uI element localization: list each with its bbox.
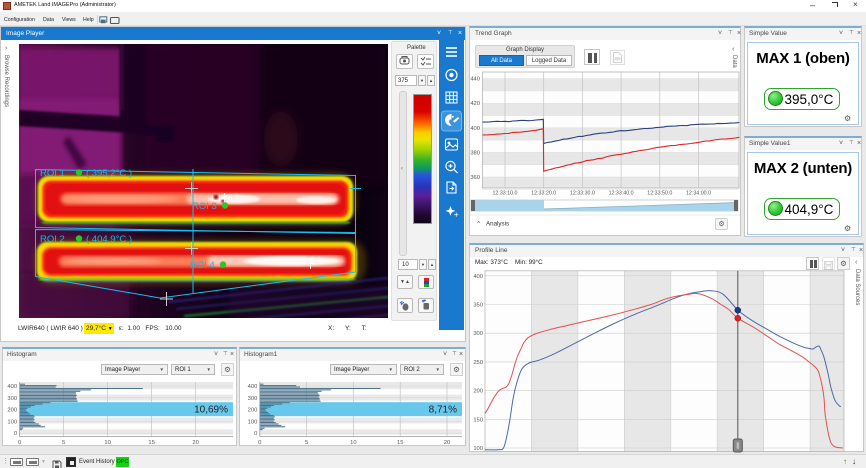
svg-text:12:33:40.0: 12:33:40.0	[609, 191, 634, 197]
svg-text:20: 20	[444, 440, 450, 446]
svg-text:0: 0	[14, 431, 17, 437]
svg-text:12:34:00.0: 12:34:00.0	[686, 191, 711, 197]
svg-text:350: 350	[473, 303, 483, 309]
svg-text:10: 10	[350, 440, 356, 446]
svg-text:15: 15	[397, 440, 403, 446]
svg-text:12:33:50.0: 12:33:50.0	[647, 191, 672, 197]
svg-text:( 404,9°C ): ( 404,9°C )	[86, 234, 132, 245]
svg-text:400: 400	[248, 384, 258, 390]
svg-text:15: 15	[148, 440, 154, 446]
svg-text:200: 200	[473, 389, 483, 395]
svg-text:150: 150	[473, 417, 483, 423]
svg-text:100: 100	[473, 446, 483, 452]
svg-text:400: 400	[7, 384, 17, 390]
svg-text:100: 100	[248, 419, 258, 425]
svg-text:5: 5	[62, 440, 65, 446]
svg-text:10,69%: 10,69%	[194, 405, 228, 416]
svg-text:8,71%: 8,71%	[429, 405, 457, 416]
svg-text:300: 300	[473, 331, 483, 337]
svg-text:250: 250	[473, 360, 483, 366]
svg-text:420: 420	[470, 101, 480, 107]
svg-text:ROI 1: ROI 1	[40, 168, 65, 179]
svg-text:100: 100	[7, 419, 17, 425]
svg-text:300: 300	[248, 396, 258, 402]
svg-text:ROI 2: ROI 2	[40, 234, 65, 245]
svg-text:200: 200	[7, 408, 17, 414]
svg-text:10: 10	[104, 440, 110, 446]
svg-text:Analysis: Analysis	[486, 221, 509, 228]
svg-text:12:33:20.0: 12:33:20.0	[531, 191, 556, 197]
svg-text:ROI 4: ROI 4	[190, 260, 215, 271]
svg-text:440: 440	[470, 77, 480, 83]
svg-text:400: 400	[473, 274, 483, 280]
svg-text:12:33:10.0: 12:33:10.0	[492, 191, 517, 197]
svg-text:( 395,2°C ): ( 395,2°C )	[86, 168, 132, 179]
svg-text:0: 0	[18, 440, 21, 446]
svg-text:0: 0	[258, 440, 261, 446]
svg-text:⌃: ⌃	[476, 220, 481, 228]
svg-text:5: 5	[305, 440, 308, 446]
svg-text:12:33:30.0: 12:33:30.0	[570, 191, 595, 197]
svg-text:ROI 3: ROI 3	[192, 201, 217, 212]
svg-text:0: 0	[254, 431, 257, 437]
svg-text:380: 380	[470, 150, 480, 156]
svg-text:360: 360	[470, 175, 480, 181]
svg-text:300: 300	[7, 396, 17, 402]
svg-text:200: 200	[248, 408, 258, 414]
svg-text:400: 400	[470, 126, 480, 132]
svg-text:20: 20	[192, 440, 198, 446]
